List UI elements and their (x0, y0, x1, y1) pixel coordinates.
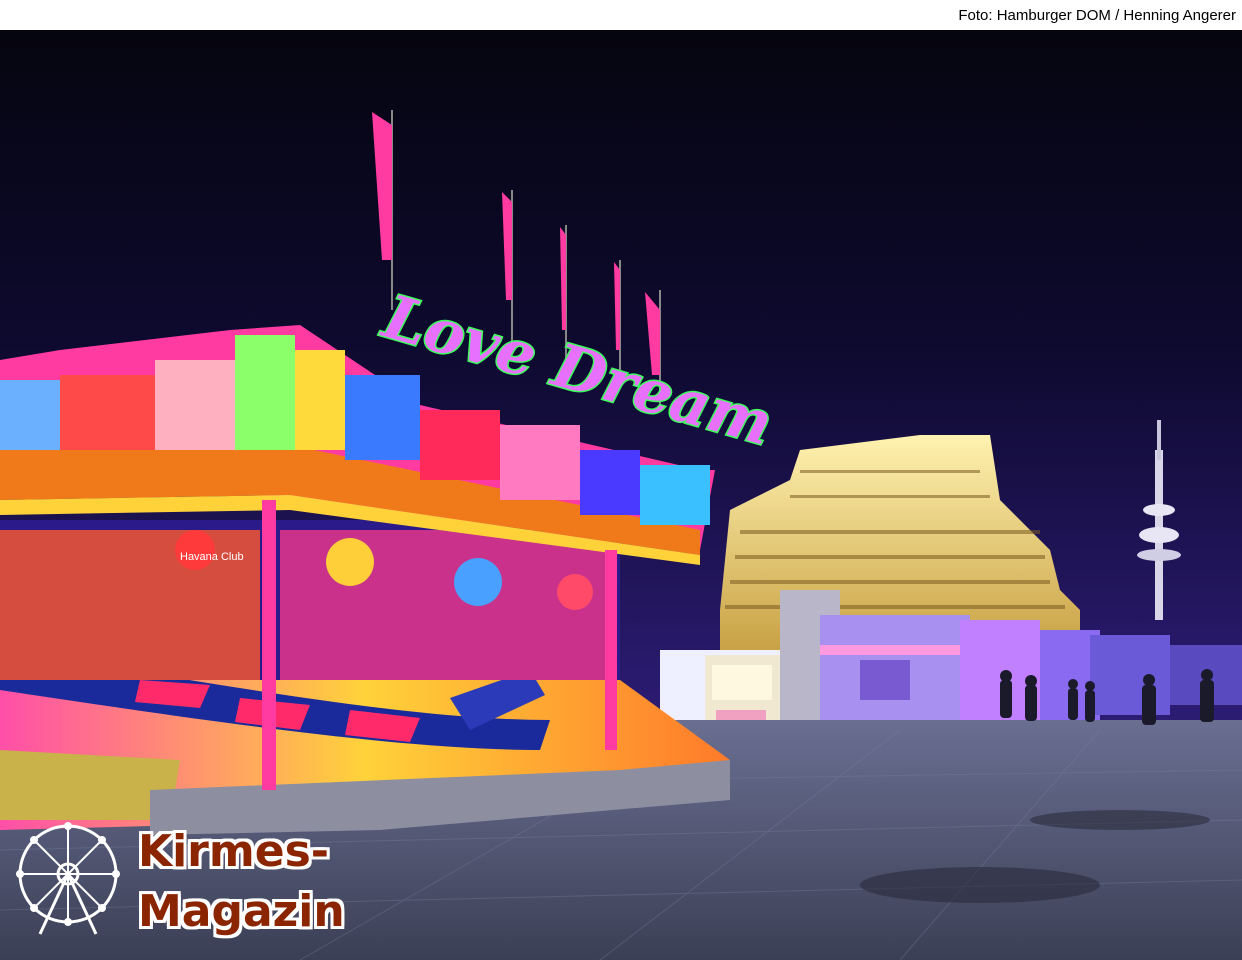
ferris-wheel-icon (16, 822, 120, 935)
logo-line-1: Kirmes- (138, 826, 330, 877)
kirmes-magazin-logo: Kirmes- Magazin (10, 822, 350, 952)
booth-sign: Havana Club (180, 551, 244, 563)
logo-line-2: Magazin (138, 886, 345, 937)
credit-bar: Foto: Hamburger DOM / Henning Angerer (0, 0, 1242, 30)
ride-pole (262, 500, 276, 790)
ride-back-wall (0, 520, 620, 680)
fairground-photo: Love Dream Havana Club (0, 30, 1242, 960)
photo-credit: Foto: Hamburger DOM / Henning Angerer (958, 7, 1236, 24)
ride-pole (605, 550, 617, 750)
